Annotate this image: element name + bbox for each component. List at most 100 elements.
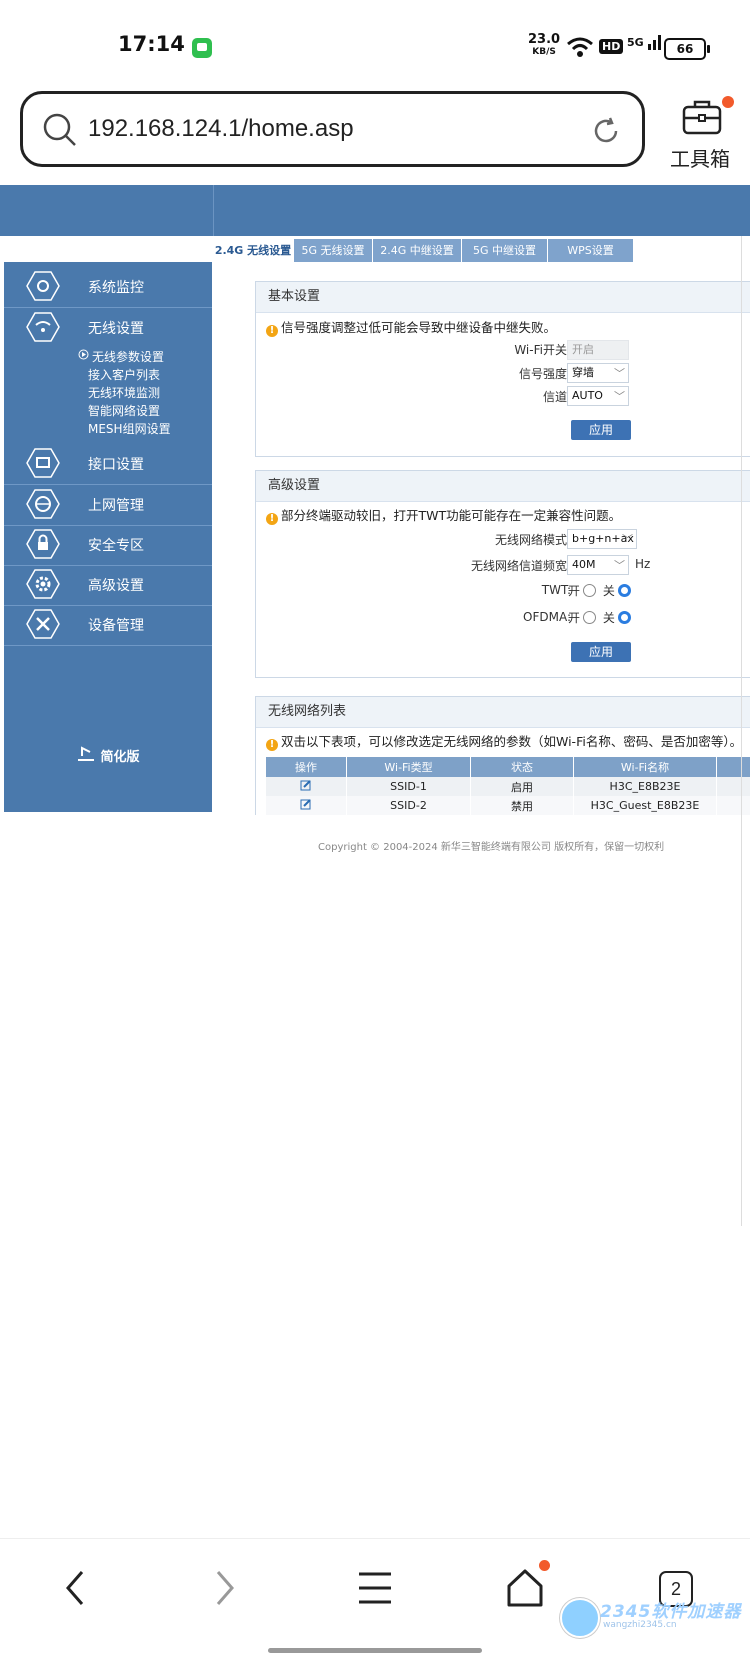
sidebar-item-label: 无线设置 [88, 318, 144, 338]
sidebar-item-device[interactable]: 设备管理 [4, 605, 212, 646]
toolbox-icon [680, 97, 724, 137]
current-arrow-icon [78, 349, 89, 360]
col-wifi-type: Wi-Fi类型 [347, 757, 471, 777]
network-list-panel: 无线网络列表 !双击以下表项，可以修改选定无线网络的参数（如Wi-Fi名称、密码… [255, 696, 750, 815]
home-icon[interactable] [505, 1568, 545, 1608]
edit-cell[interactable] [266, 796, 347, 815]
signal-bars-icon [648, 34, 662, 50]
router-header-divider [213, 185, 214, 236]
tab-5g-wireless[interactable]: 5G 无线设置 [294, 239, 373, 262]
ofdma-off-radio[interactable] [618, 611, 631, 624]
sidebar-item-label: 系统监控 [88, 277, 144, 297]
advanced-apply-button[interactable]: 应用 [571, 642, 631, 662]
wifi-type-cell: SSID-2 [347, 796, 471, 815]
sub-item-smart-network[interactable]: 智能网络设置 [88, 402, 160, 419]
basic-apply-button[interactable]: 应用 [571, 420, 631, 440]
extra-cell [717, 777, 750, 796]
lock-icon [26, 528, 60, 560]
watermark-text: 2345软件加速器 [600, 1597, 741, 1622]
simple-mode-label: 简化版 [101, 750, 140, 765]
panel-title: 高级设置 [256, 471, 750, 502]
simple-mode-button[interactable]: 简化版 [76, 746, 140, 765]
bandwidth-select[interactable]: 40M ﹀ [567, 555, 629, 575]
home-notification-dot [539, 1560, 550, 1571]
sidebar-item-label: 高级设置 [88, 575, 144, 595]
panel-title: 基本设置 [256, 282, 750, 313]
wireless-mode-label: 无线网络模式: [495, 531, 571, 548]
sidebar-item-label: 接口设置 [88, 454, 144, 474]
sidebar-item-internet[interactable]: 上网管理 [4, 485, 212, 526]
tab-24g-wireless[interactable]: 2.4G 无线设置 [213, 239, 294, 262]
message-app-icon [192, 38, 212, 58]
chevron-down-icon: ﹀ [614, 557, 625, 575]
sub-item-wireless-params[interactable]: 无线参数设置 [92, 348, 164, 365]
reload-icon[interactable] [591, 116, 621, 146]
sub-item-client-list[interactable]: 接入客户列表 [88, 366, 160, 383]
channel-select[interactable]: AUTO ﹀ [567, 386, 629, 406]
twt-off-radio[interactable] [618, 584, 631, 597]
wireless-mode-select[interactable]: b+g+n+ax﹀ [567, 529, 637, 549]
status-time: 17:14 [118, 32, 185, 56]
toolbox-label: 工具箱 [670, 143, 730, 172]
col-status: 状态 [471, 757, 574, 777]
twt-on-radio[interactable] [583, 584, 596, 597]
basic-settings-panel: 基本设置 !信号强度调整过低可能会导致中继设备中继失败。 Wi-Fi开关: 开启… [255, 281, 750, 457]
return-icon [76, 746, 96, 762]
edit-cell[interactable] [266, 777, 347, 796]
signal-strength-label: 信号强度: [519, 365, 571, 382]
status-cell: 禁用 [471, 796, 574, 815]
edit-icon[interactable] [300, 798, 312, 810]
interface-icon [26, 447, 60, 479]
tab-24g-relay[interactable]: 2.4G 中继设置 [373, 239, 462, 262]
basic-warning: !信号强度调整过低可能会导致中继设备中继失败。 [266, 317, 556, 337]
ofdma-label: OFDMA: [523, 610, 571, 624]
warning-text: 信号强度调整过低可能会导致中继设备中继失败。 [281, 320, 556, 335]
menu-icon[interactable] [357, 1568, 393, 1608]
warning-text: 部分终端驱动较旧，打开TWT功能可能存在一定兼容性问题。 [281, 508, 621, 523]
sidebar-item-label: 上网管理 [88, 495, 144, 515]
sidebar-item-system-monitor[interactable]: 系统监控 [4, 267, 212, 308]
search-icon [42, 112, 78, 148]
col-wifi-name: Wi-Fi名称 [574, 757, 717, 777]
wifi-switch-field: 开启 [567, 340, 629, 360]
twt-radio-group: 开 关 [568, 582, 634, 599]
network-table: 操作 Wi-Fi类型 状态 Wi-Fi名称 SSID-1 启用 H3C_E8B2… [266, 757, 750, 815]
forward-icon[interactable] [210, 1568, 240, 1608]
ofdma-on-radio[interactable] [583, 611, 596, 624]
sidebar-item-label: 设备管理 [88, 615, 144, 635]
bandwidth-value: 40M [572, 558, 596, 571]
chevron-down-icon: ﹀ [614, 388, 625, 406]
ofdma-on-label: 开 [568, 611, 580, 625]
col-extra [717, 757, 750, 777]
watermark-mascot [560, 1598, 600, 1638]
wifi-type-cell: SSID-1 [347, 777, 471, 796]
sub-item-mesh[interactable]: MESH组网设置 [88, 420, 171, 437]
sub-item-env-monitor[interactable]: 无线环境监测 [88, 384, 160, 401]
tab-wps[interactable]: WPS设置 [548, 239, 634, 262]
warning-icon: ! [266, 513, 278, 525]
status-cell: 启用 [471, 777, 574, 796]
home-indicator[interactable] [268, 1648, 482, 1653]
signal-strength-select[interactable]: 穿墙﹀ [567, 363, 629, 383]
edit-icon[interactable] [300, 779, 312, 791]
signal-icon: 5G [627, 34, 662, 50]
warning-text: 双击以下表项，可以修改选定无线网络的参数（如Wi-Fi名称、密码、是否加密等）。 [281, 734, 742, 749]
table-row[interactable]: SSID-2 禁用 H3C_Guest_E8B23E [266, 796, 750, 815]
sidebar-item-interface[interactable]: 接口设置 [4, 444, 212, 485]
battery-icon: 66 [664, 38, 706, 60]
wifi-icon [566, 36, 594, 58]
url-text[interactable]: 192.168.124.1/home.asp [88, 115, 354, 143]
sidebar-item-advanced[interactable]: 高级设置 [4, 565, 212, 606]
back-icon[interactable] [60, 1568, 90, 1608]
tab-5g-relay[interactable]: 5G 中继设置 [462, 239, 548, 262]
table-row[interactable]: SSID-1 启用 H3C_E8B23E [266, 777, 750, 796]
sidebar-item-label: 安全专区 [88, 535, 144, 555]
channel-value: AUTO [572, 389, 603, 402]
bandwidth-unit: Hz [635, 557, 650, 571]
sidebar-item-wireless[interactable]: 无线设置 [4, 308, 212, 348]
copyright: Copyright © 2004-2024 新华三智能终端有限公司 版权所有，保… [318, 838, 664, 853]
network-speed-unit: KB/S [528, 46, 560, 58]
tools-icon [26, 608, 60, 640]
gear-icon [26, 568, 60, 600]
sidebar-item-security[interactable]: 安全专区 [4, 525, 212, 566]
